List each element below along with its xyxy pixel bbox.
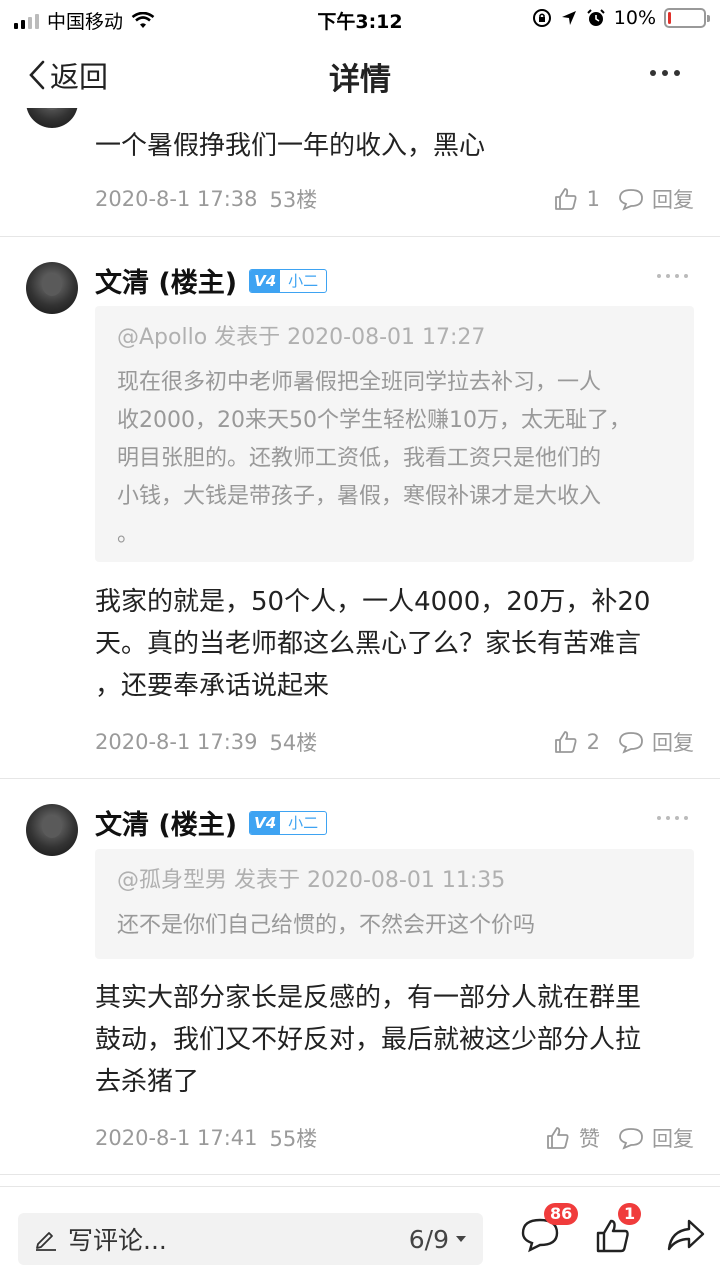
author-name[interactable]: 文清 (楼主)	[95, 803, 237, 842]
thumbs-up-icon	[554, 731, 577, 753]
page-selector[interactable]: 6/9	[409, 1225, 467, 1254]
thumbs-up-icon	[554, 188, 577, 210]
speech-bubble-icon	[619, 189, 643, 211]
quote-body: 现在很多初中老师暑假把全班同学拉去补习，一人 收2000，20来天50个学生轻松…	[117, 370, 631, 547]
reply-label: 回复	[652, 188, 694, 212]
bottom-bar: 写评论... 6/9 86 1	[0, 1186, 720, 1280]
user-level-badge: V4 小二	[249, 268, 328, 293]
battery-icon	[664, 8, 710, 28]
like-button[interactable]: 2	[553, 729, 600, 755]
more-options-button[interactable]	[650, 70, 680, 76]
rank-label: 小二	[288, 271, 319, 290]
orientation-lock-icon	[532, 9, 551, 27]
user-level-badge: V4 小二	[249, 810, 328, 835]
comment-placeholder: 写评论...	[68, 1226, 167, 1255]
page-indicator: 6/9	[408, 1224, 449, 1254]
avatar[interactable]	[26, 108, 78, 128]
speech-bubble-icon	[619, 732, 643, 754]
avatar[interactable]	[26, 262, 78, 314]
speech-bubble-icon	[619, 1128, 643, 1150]
comment-item: 文清 (楼主) V4 小二 @Apollo 发表于 2020-08-01 17:…	[0, 237, 720, 779]
author-name[interactable]: 文清 (楼主)	[95, 261, 237, 300]
like-label: 赞	[579, 1127, 600, 1151]
comment-meta: 2020-8-1 17:39 54楼 2 回复	[95, 727, 694, 757]
comment-body: 其实大部分家长是反感的，有一部分人就在群里 鼓动，我们又不好反对，最后就被这少部…	[95, 983, 642, 1097]
quoted-comment[interactable]: @Apollo 发表于 2020-08-01 17:27 现在很多初中老师暑假把…	[95, 306, 694, 562]
comment-date: 2020-8-1 17:39	[95, 730, 258, 754]
comment-item: 文清 (楼主) V4 小二 @孤身型男 发表于 2020-08-01 11:35…	[0, 779, 720, 1175]
comment-meta: 2020-8-1 17:38 53楼 1 回复	[95, 184, 694, 214]
alarm-icon	[587, 9, 605, 26]
quote-header: @孤身型男 发表于 2020-08-01 11:35	[117, 868, 506, 893]
reply-button[interactable]: 回复	[618, 1123, 694, 1153]
comment-item: 一个暑假挣我们一年的收入，黑心 2020-8-1 17:38 53楼 1 回复	[0, 108, 720, 237]
comment-more-button[interactable]	[657, 816, 688, 820]
comment-body: 我家的就是，50个人，一人4000，20万，补20 天。真的当老师都这么黑心了么…	[95, 587, 651, 701]
nav-bar: 返回 详情	[0, 40, 720, 108]
share-arrow-icon	[667, 1219, 705, 1251]
comment-input[interactable]: 写评论... 6/9	[18, 1213, 483, 1265]
quoted-comment[interactable]: @孤身型男 发表于 2020-08-01 11:35 还不是你们自己给惯的，不然…	[95, 849, 694, 959]
caret-down-icon	[456, 1236, 466, 1242]
rank-label: 小二	[288, 813, 319, 832]
like-post-button[interactable]: 1	[594, 1203, 642, 1259]
like-count: 2	[586, 730, 600, 754]
pencil-icon	[36, 1232, 56, 1251]
floor-number: 53楼	[269, 188, 318, 212]
level-label: V4	[250, 269, 281, 292]
quote-body: 还不是你们自己给惯的，不然会开这个价吗	[117, 913, 536, 938]
comment-count-badge: 86	[544, 1203, 579, 1225]
like-button[interactable]: 1	[553, 186, 600, 212]
like-count: 1	[586, 187, 600, 211]
reply-label: 回复	[652, 731, 694, 755]
comment-body: 一个暑假挣我们一年的收入，黑心	[95, 131, 486, 161]
comments-button[interactable]: 86	[520, 1203, 579, 1257]
share-button[interactable]	[666, 1217, 706, 1257]
reply-label: 回复	[652, 1127, 694, 1151]
location-icon	[561, 11, 576, 25]
battery-percentage: 10%	[613, 7, 656, 29]
comment-more-button[interactable]	[657, 274, 688, 278]
comment-list[interactable]: 一个暑假挣我们一年的收入，黑心 2020-8-1 17:38 53楼 1 回复 …	[0, 108, 720, 1186]
comment-date: 2020-8-1 17:41	[95, 1126, 258, 1150]
thumbs-up-icon	[547, 1127, 569, 1149]
page-title: 详情	[329, 62, 391, 98]
quote-header: @Apollo 发表于 2020-08-01 17:27	[117, 325, 486, 350]
avatar[interactable]	[26, 804, 78, 856]
comment-date: 2020-8-1 17:38	[95, 187, 258, 211]
comment-meta: 2020-8-1 17:41 55楼 赞 回复	[95, 1123, 694, 1153]
like-count-badge: 1	[618, 1203, 642, 1225]
reply-button[interactable]: 回复	[618, 184, 694, 214]
floor-number: 54楼	[269, 731, 318, 755]
floor-number: 55楼	[269, 1127, 318, 1151]
reply-button[interactable]: 回复	[618, 727, 694, 757]
level-label: V4	[250, 811, 281, 834]
like-button[interactable]: 赞	[545, 1123, 600, 1153]
status-bar: 中国移动 下午3:12 10%	[0, 0, 720, 40]
